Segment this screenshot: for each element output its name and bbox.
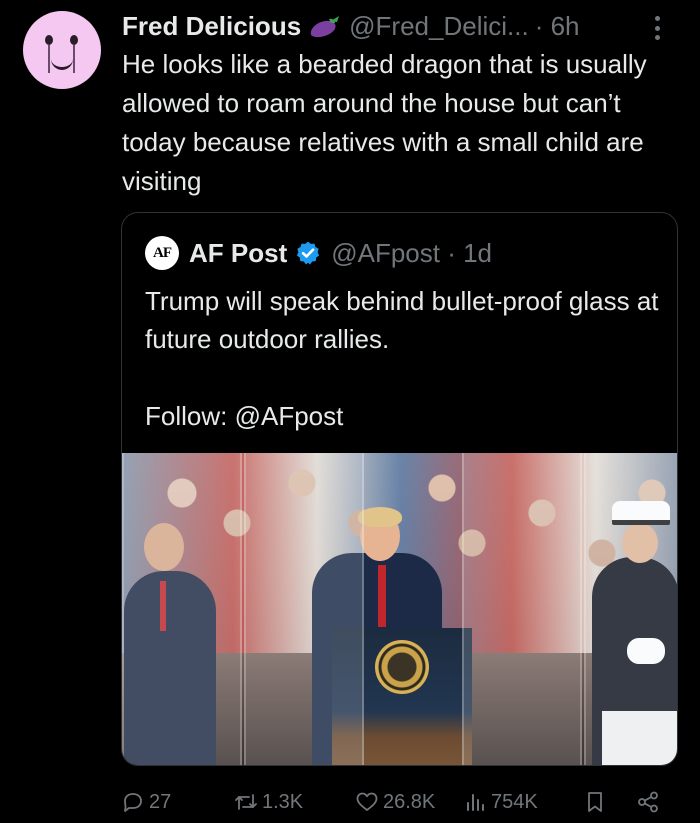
tweet-header: Fred Delicious @Fred_Delici... · 6h	[122, 10, 682, 42]
verified-badge-icon	[297, 241, 320, 265]
avatar-tear-line-right	[73, 45, 75, 73]
like-count: 26.8K	[383, 790, 436, 813]
author-handle[interactable]: @Fred_Delici...	[349, 11, 529, 42]
avatar-left-eye	[45, 35, 53, 45]
photo-glass-panel	[122, 453, 242, 765]
quoted-tweet-photo[interactable]	[122, 453, 677, 765]
quoted-author-handle[interactable]: @AFpost · 1d	[331, 238, 492, 269]
repost-count: 1.3K	[262, 790, 304, 813]
quoted-tweet-header: AF AF Post @AFpost · 1d	[145, 236, 492, 270]
views-button[interactable]: 754K	[463, 790, 538, 814]
quoted-tweet-text: Trump will speak behind bullet-proof gla…	[145, 286, 659, 354]
share-button[interactable]	[636, 790, 664, 814]
photo-glass-panel	[462, 453, 582, 765]
avatar-tear-line-left	[48, 45, 50, 73]
bookmark-button[interactable]	[583, 790, 611, 814]
quoted-tweet[interactable]: AF AF Post @AFpost · 1d Trump will speak…	[121, 212, 678, 766]
quoted-tweet-follow-text: Follow: @AFpost	[145, 401, 344, 431]
reply-button[interactable]: 27	[121, 790, 171, 814]
tweet-action-bar: 27 1.3K 26.8K 754K	[121, 790, 666, 814]
reply-icon	[124, 793, 142, 812]
like-button[interactable]: 26.8K	[355, 790, 435, 814]
heart-icon	[356, 792, 378, 811]
author-avatar[interactable]	[23, 11, 101, 89]
photo-speaker-tie	[378, 565, 386, 627]
repost-button[interactable]: 1.3K	[234, 790, 303, 814]
tweet-time[interactable]: · 6h	[535, 11, 580, 42]
tweet-text: He looks like a bearded dragon that is u…	[122, 49, 647, 196]
photo-glass-panel	[584, 453, 677, 765]
views-chart-icon	[467, 794, 484, 811]
eggplant-emoji-icon	[310, 16, 340, 38]
quoted-author-name[interactable]: AF Post	[189, 238, 287, 269]
avatar-mouth	[51, 59, 73, 70]
avatar-right-eye	[70, 35, 78, 45]
reply-count: 27	[149, 790, 172, 813]
view-count: 754K	[491, 790, 538, 813]
author-name[interactable]: Fred Delicious	[122, 11, 301, 42]
bookmark-icon	[588, 792, 602, 812]
af-post-logo-icon: AF	[145, 236, 179, 270]
photo-speaker-hair	[358, 507, 402, 527]
more-options-icon[interactable]	[655, 16, 661, 40]
repost-icon	[235, 794, 257, 810]
share-icon	[638, 791, 658, 813]
photo-glass-panel	[244, 453, 364, 765]
presidential-seal-icon	[375, 640, 429, 694]
